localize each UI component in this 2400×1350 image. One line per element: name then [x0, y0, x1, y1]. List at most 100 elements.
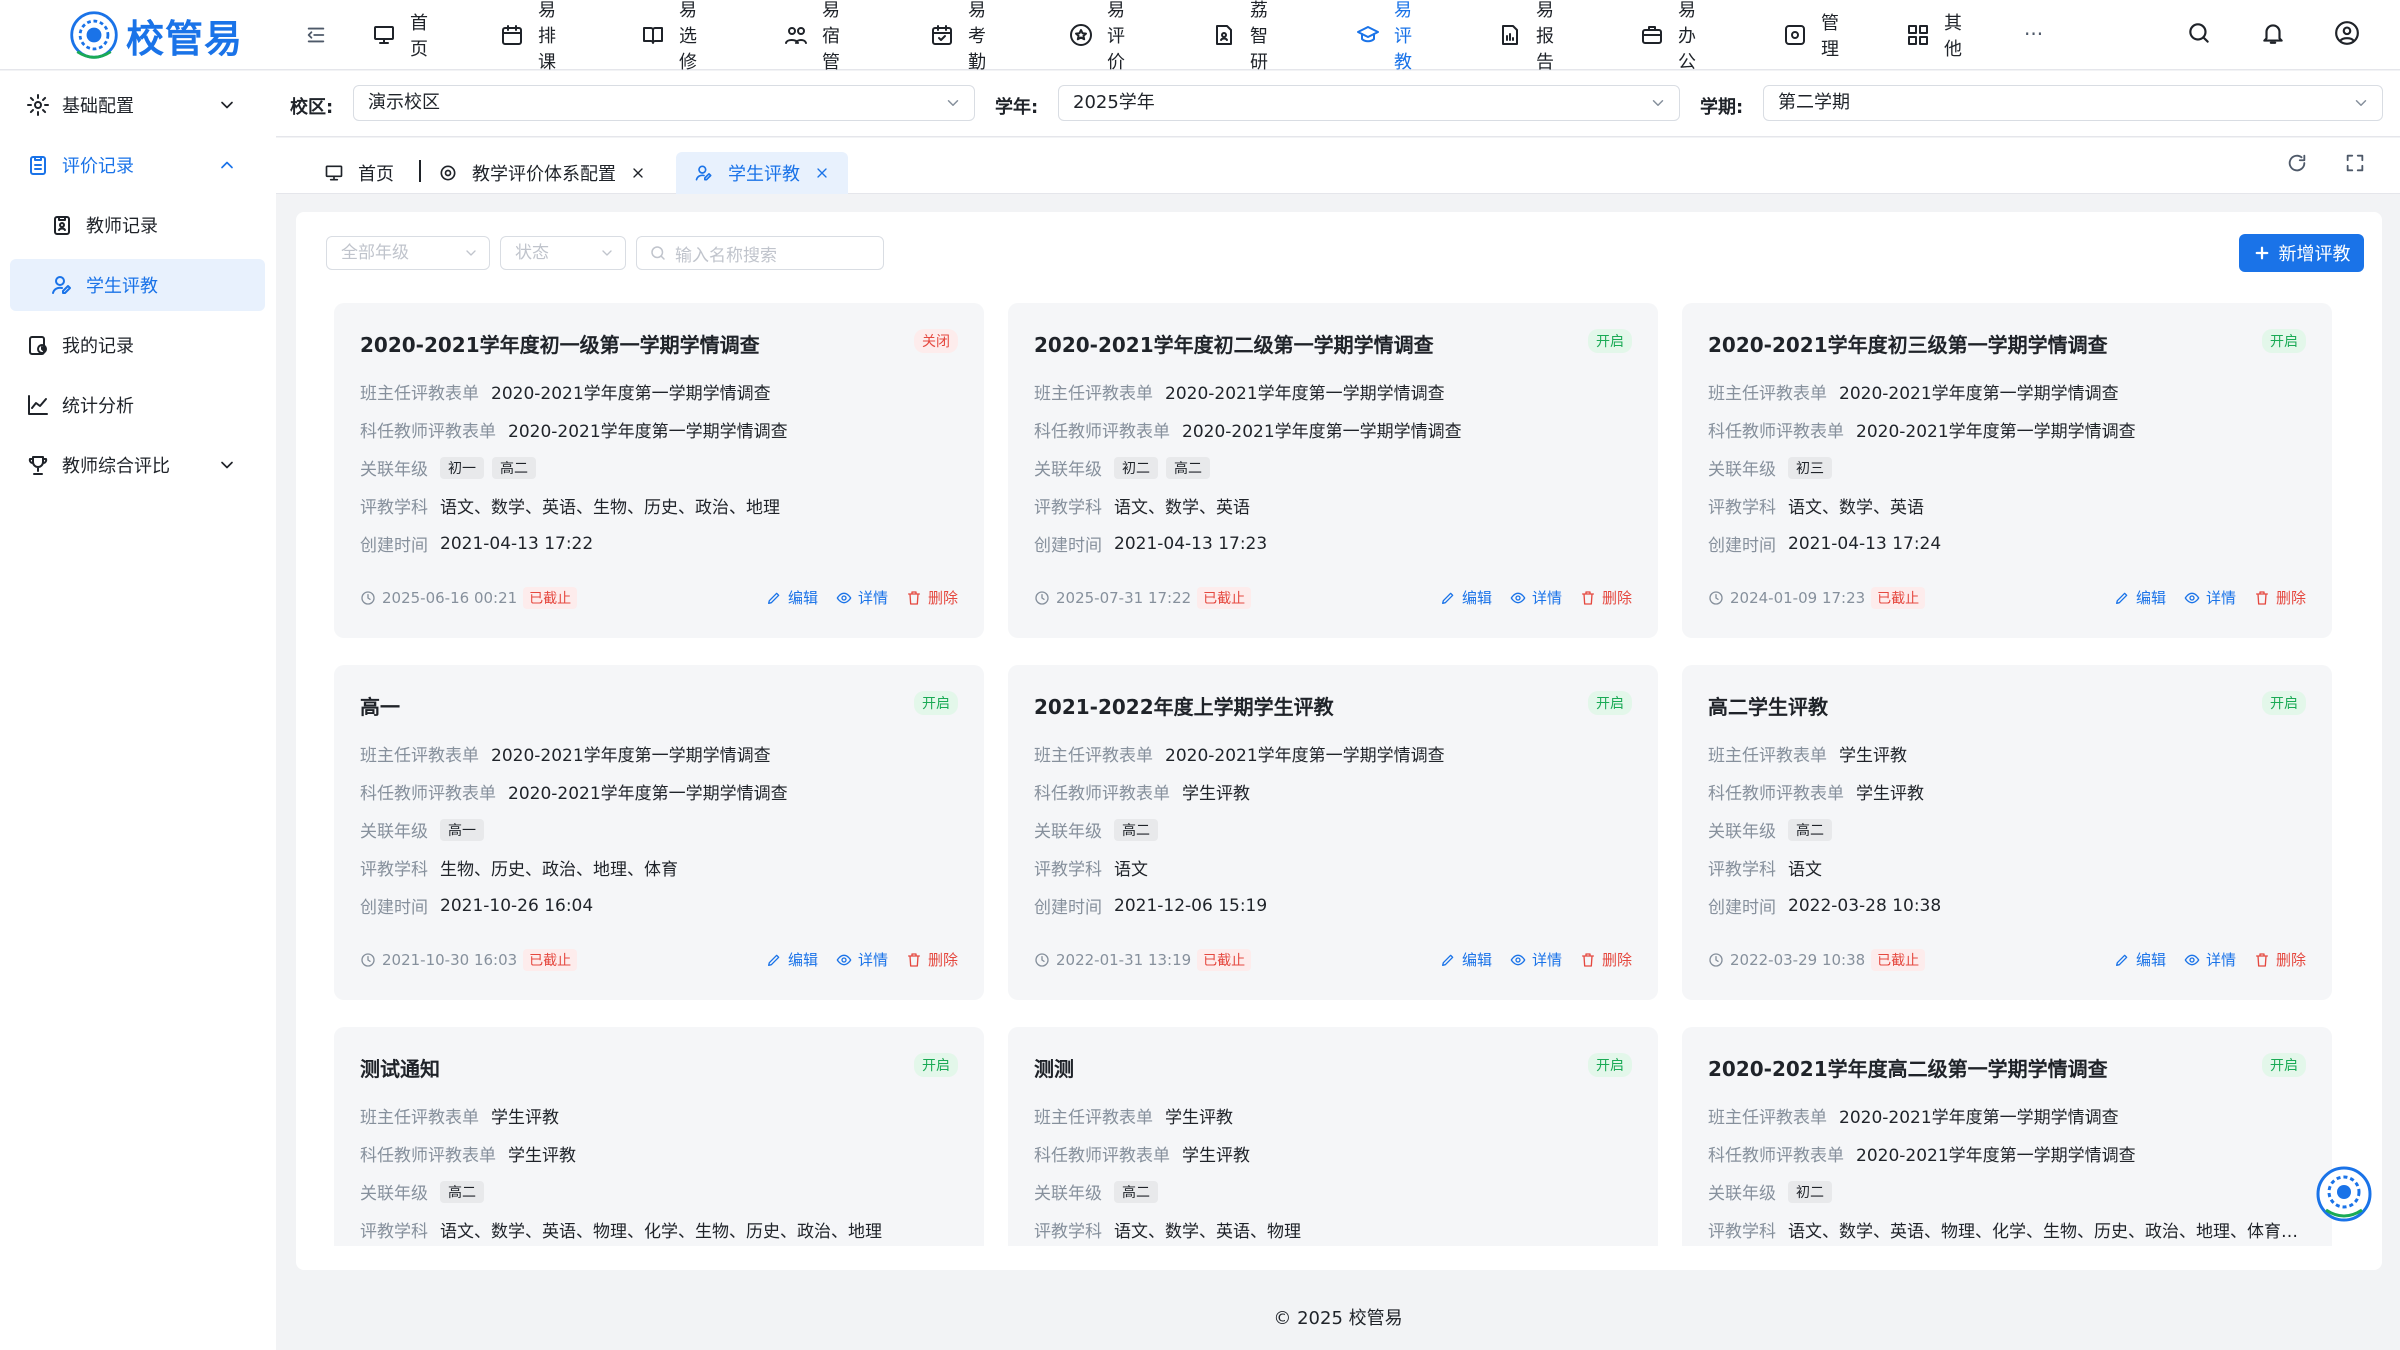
nav-item-11[interactable]: 其他 — [1906, 0, 1962, 70]
clock-icon — [1035, 591, 1049, 605]
notification-button[interactable] — [2260, 20, 2286, 46]
filter-bar: 校区: 演示校区 学年: 2025学年 学期: 第二学期 — [276, 71, 2400, 137]
field-label: 评教学科 — [1708, 860, 1776, 880]
tab-eval-config[interactable]: 教学评价体系配置 — [438, 152, 646, 194]
search-input[interactable]: 输入名称搜索 — [636, 236, 884, 270]
nav-item-5[interactable]: 易评价 — [1069, 0, 1125, 73]
sidebar-item-label: 基础配置 — [62, 96, 134, 117]
sidebar-item-my-records[interactable]: 我的记录 — [10, 319, 265, 371]
delete-button[interactable]: 删除 — [906, 949, 958, 970]
nav-item-10[interactable]: 管理 — [1783, 0, 1839, 70]
fullscreen-button[interactable] — [2344, 152, 2366, 174]
field-value: 2022-03-28 10:38 — [1788, 895, 1942, 916]
settings-box-icon — [1785, 25, 1805, 45]
nav-item-8[interactable]: 易报告 — [1498, 0, 1554, 73]
nav-item-7[interactable]: 易评教 — [1356, 0, 1412, 73]
field-value: 2020-2021学年度第一学期学情调查 — [1839, 1108, 2119, 1128]
edit-button[interactable]: 编辑 — [2114, 587, 2166, 608]
deadline: 2025-07-31 17:22 已截止 — [1034, 587, 1252, 609]
sidebar-item-teacher-records[interactable]: 教师记录 — [10, 199, 265, 251]
field-label: 评教学科 — [360, 498, 428, 518]
detail-button[interactable]: 详情 — [1510, 587, 1562, 608]
sidebar-item-statistics[interactable]: 统计分析 — [10, 379, 265, 431]
card-field-subjects: 评教学科 语文、数学、英语、物理 — [1034, 1217, 1301, 1242]
card-footer: 2025-06-16 00:21 已截止 编辑 详情 删除 — [360, 587, 958, 609]
eval-card[interactable]: 高二学生评教 开启 班主任评教表单 学生评教 科任教师评教表单 学生评教 关联年级 高二 评教学… — [1682, 665, 2332, 1000]
delete-button[interactable]: 删除 — [1580, 949, 1632, 970]
collapse-menu-button[interactable] — [305, 24, 329, 48]
refresh-button[interactable] — [2286, 152, 2308, 174]
user-avatar-button[interactable] — [2334, 20, 2360, 46]
expired-badge: 已截止 — [1871, 949, 1926, 971]
nav-item-3[interactable]: 易宿管 — [784, 0, 840, 73]
eval-card[interactable]: 高一 开启 班主任评教表单 2020-2021学年度第一学期学情调查 科任教师评教表单 2… — [334, 665, 984, 1000]
expired-badge: 已截止 — [1197, 949, 1252, 971]
nav-item-2[interactable]: 易选修 — [641, 0, 697, 73]
status-filter-select[interactable]: 状态 — [500, 236, 626, 270]
card-field-grades: 关联年级 初二 — [1708, 1179, 1840, 1204]
card-field-subjects: 评教学科 语文、数学、英语、物理、化学、生物、历史、政治、地理 — [360, 1217, 882, 1242]
sidebar-item-basic-config[interactable]: 基础配置 — [10, 79, 265, 131]
nav-item-6[interactable]: 荔智研 — [1212, 0, 1268, 73]
tab-home[interactable]: 首页 — [324, 152, 394, 194]
nav-item-1[interactable]: 易排课 — [500, 0, 556, 73]
year-select[interactable]: 2025学年 — [1058, 85, 1680, 121]
field-value: 语文、数学、英语、物理、化学、生物、历史、政治、地理、体育、音... — [1788, 1222, 2308, 1242]
card-field-grades: 关联年级 初一 高二 — [360, 455, 544, 480]
detail-button[interactable]: 详情 — [2184, 587, 2236, 608]
app-logo[interactable]: 校管易 — [68, 6, 243, 64]
delete-label: 删除 — [2275, 589, 2306, 607]
card-actions: 编辑 详情 删除 — [1440, 949, 1632, 970]
edit-button[interactable]: 编辑 — [766, 587, 818, 608]
edit-button[interactable]: 编辑 — [1440, 587, 1492, 608]
edit-button[interactable]: 编辑 — [766, 949, 818, 970]
nav-more-button[interactable]: ··· — [2024, 22, 2043, 46]
term-select[interactable]: 第二学期 — [1763, 85, 2383, 121]
nav-item-0[interactable]: 首页 — [372, 0, 428, 70]
eval-card[interactable]: 2020-2021学年度初三级第一学期学情调查 开启 班主任评教表单 2020-202… — [1682, 303, 2332, 638]
delete-button[interactable]: 删除 — [2254, 587, 2306, 608]
detail-button[interactable]: 详情 — [2184, 949, 2236, 970]
eval-card[interactable]: 2020-2021学年度初二级第一学期学情调查 开启 班主任评教表单 2020-202… — [1008, 303, 1658, 638]
field-value: 生物、历史、政治、地理、体育 — [440, 860, 678, 880]
card-field-head-form: 班主任评教表单 学生评教 — [1034, 1103, 1233, 1128]
status-badge: 开启 — [2262, 691, 2306, 715]
eval-card[interactable]: 测测 开启 班主任评教表单 学生评教 科任教师评教表单 学生评教 关联年级 高二 评教学科 语文、… — [1008, 1027, 1658, 1246]
edit-button[interactable]: 编辑 — [2114, 949, 2166, 970]
deadline: 2025-06-16 00:21 已截止 — [360, 587, 578, 609]
nav-item-9[interactable]: 易办公 — [1640, 0, 1696, 73]
campus-select[interactable]: 演示校区 — [353, 85, 975, 121]
sidebar-item-eval-records[interactable]: 评价记录 — [10, 139, 265, 191]
edit-button[interactable]: 编辑 — [1440, 949, 1492, 970]
eval-card[interactable]: 测试通知 开启 班主任评教表单 学生评教 科任教师评教表单 学生评教 关联年级 高二 评教学科语… — [334, 1027, 984, 1246]
refresh-icon — [2288, 154, 2306, 172]
delete-button[interactable]: 删除 — [1580, 587, 1632, 608]
add-eval-button[interactable]: 新增评教 — [2239, 234, 2364, 272]
chevron-down-icon — [2355, 100, 2367, 106]
close-icon[interactable] — [814, 165, 830, 181]
delete-button[interactable]: 删除 — [906, 587, 958, 608]
card-actions: 编辑 详情 删除 — [2114, 587, 2306, 608]
detail-button[interactable]: 详情 — [836, 949, 888, 970]
detail-button[interactable]: 详情 — [836, 587, 888, 608]
delete-button[interactable]: 删除 — [2254, 949, 2306, 970]
card-field-subject-form: 科任教师评教表单 2020-2021学年度第一学期学情调查 — [1708, 1141, 2136, 1166]
eval-card[interactable]: 2021-2022年度上学期学生评教 开启 班主任评教表单 2020-2021学年度第… — [1008, 665, 1658, 1000]
pencil-icon — [2115, 592, 2128, 604]
nav-item-4[interactable]: 易考勤 — [930, 0, 986, 73]
card-title: 测测 — [1034, 1057, 1074, 1081]
status-badge: 开启 — [1588, 329, 1632, 353]
tab-student-eval[interactable]: 学生评教 — [676, 152, 848, 194]
eval-card[interactable]: 2020-2021学年度初一级第一学期学情调查 关闭 班主任评教表单 2020-202… — [334, 303, 984, 638]
floating-assistant-button[interactable] — [2314, 1164, 2374, 1224]
sidebar-item-teacher-ranking[interactable]: 教师综合评比 — [10, 439, 265, 491]
sidebar-item-student-eval[interactable]: 学生评教 — [10, 259, 265, 311]
close-icon[interactable] — [630, 165, 646, 181]
field-value: 学生评教 — [1856, 784, 1924, 804]
search-button[interactable] — [2186, 20, 2212, 46]
detail-button[interactable]: 详情 — [1510, 949, 1562, 970]
grade-filter-select[interactable]: 全部年级 — [326, 236, 490, 270]
grid-icon — [1908, 25, 1928, 45]
eval-card[interactable]: 2020-2021学年度高二级第一学期学情调查 开启 班主任评教表单 2020-202… — [1682, 1027, 2332, 1246]
field-label: 班主任评教表单 — [1708, 384, 1827, 404]
